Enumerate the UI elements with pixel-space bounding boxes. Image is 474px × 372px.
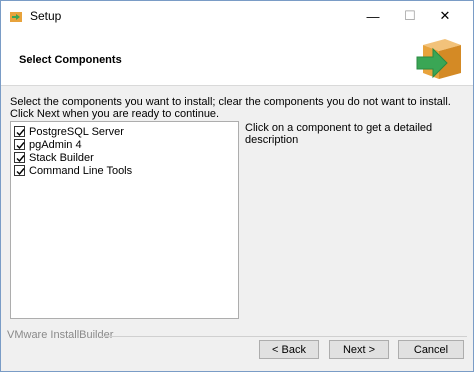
close-icon: ✕: [439, 8, 451, 23]
installer-brand: VMware InstallBuilder: [7, 329, 114, 341]
minimize-button[interactable]: —: [353, 1, 393, 31]
app-icon: [10, 12, 22, 22]
next-button[interactable]: Next >: [329, 340, 389, 359]
maximize-icon: ☐: [404, 8, 416, 23]
page-header: Select Components: [1, 31, 473, 86]
component-label: Stack Builder: [29, 151, 94, 164]
component-label: pgAdmin 4: [29, 138, 82, 151]
component-description: Click on a component to get a detailed d…: [245, 122, 433, 146]
title-bar[interactable]: Setup — ☐ ✕: [1, 1, 473, 31]
footer-divider: [99, 336, 467, 337]
checkbox-checked[interactable]: [14, 152, 25, 163]
checkbox-checked[interactable]: [14, 126, 25, 137]
checkbox-checked[interactable]: [14, 139, 25, 150]
component-stack-builder[interactable]: Stack Builder: [14, 151, 94, 164]
page-title: Select Components: [19, 54, 122, 66]
install-box-arrow-icon: [416, 39, 461, 79]
cancel-button[interactable]: Cancel: [398, 340, 464, 359]
component-postgresql-server[interactable]: PostgreSQL Server: [14, 125, 124, 138]
component-label: PostgreSQL Server: [29, 125, 124, 138]
close-button[interactable]: ✕: [425, 1, 465, 31]
component-command-line-tools[interactable]: Command Line Tools: [14, 164, 132, 177]
components-list[interactable]: PostgreSQL Server pgAdmin 4 Stack Builde…: [10, 121, 239, 319]
checkbox-checked[interactable]: [14, 165, 25, 176]
component-pgadmin-4[interactable]: pgAdmin 4: [14, 138, 82, 151]
instructions-text: Select the components you want to instal…: [10, 96, 451, 120]
setup-window: Setup — ☐ ✕ Select Components Select the…: [0, 0, 474, 372]
back-button[interactable]: < Back: [259, 340, 319, 359]
component-label: Command Line Tools: [29, 164, 133, 177]
window-title: Setup: [30, 9, 62, 23]
maximize-button[interactable]: ☐: [390, 1, 430, 31]
minimize-icon: —: [366, 8, 380, 24]
